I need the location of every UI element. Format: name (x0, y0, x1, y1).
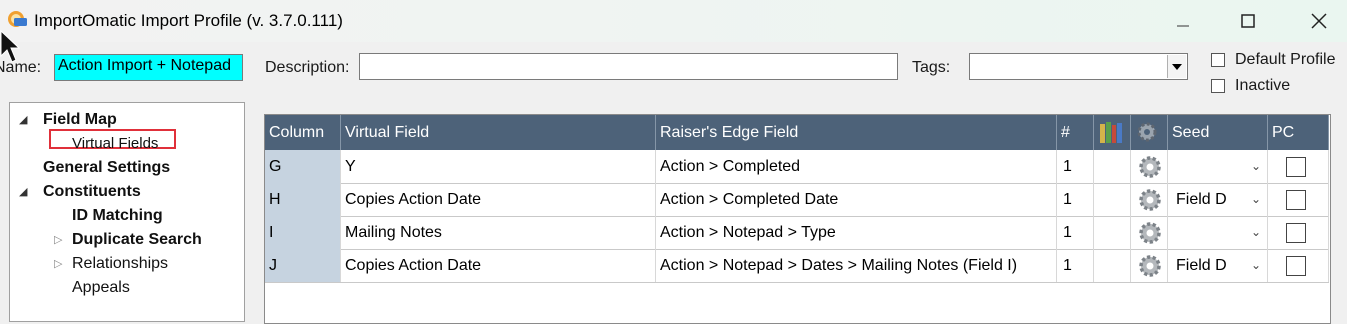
cell-count[interactable]: 1 (1057, 183, 1094, 216)
grid-header: Column Virtual Field Raiser's Edge Field… (265, 115, 1329, 150)
tags-label: Tags: (912, 59, 951, 76)
gear-icon (1139, 156, 1161, 178)
cell-gear[interactable] (1131, 249, 1168, 282)
tree-item-duplicate-search[interactable]: Duplicate Search (72, 231, 202, 249)
cell-virtual-field[interactable]: Mailing Notes (341, 216, 656, 249)
chevron-down-icon: ⌄ (1250, 225, 1261, 239)
default-profile-checkbox[interactable] (1211, 53, 1225, 67)
default-profile-label: Default Profile (1235, 51, 1336, 68)
title-bar: ImportOmatic Import Profile (v. 3.7.0.11… (0, 0, 1347, 42)
gear-icon (1139, 222, 1161, 244)
tree-item-field-map[interactable]: Field Map (43, 111, 117, 129)
cell-books (1094, 249, 1131, 282)
field-map-grid: Column Virtual Field Raiser's Edge Field… (264, 114, 1331, 324)
cell-count[interactable]: 1 (1057, 249, 1094, 282)
expanded-arrow-icon[interactable]: ◢ (19, 185, 27, 198)
tags-dropdown-button[interactable] (1167, 55, 1186, 78)
cell-column[interactable]: I (265, 216, 341, 249)
cell-count[interactable]: 1 (1057, 216, 1094, 249)
name-field[interactable]: Action Import + Notepad (54, 54, 243, 81)
cell-re-field[interactable]: Action > Notepad > Type (656, 216, 1057, 249)
tree-item-appeals[interactable]: Appeals (72, 279, 130, 297)
description-field[interactable] (359, 53, 898, 80)
cell-column[interactable]: H (265, 183, 341, 216)
books-icon (1100, 122, 1122, 143)
gear-icon (1137, 122, 1157, 142)
collapsed-arrow-icon[interactable]: ▷ (54, 233, 62, 246)
cell-column[interactable]: J (265, 249, 341, 282)
header-gear[interactable] (1131, 115, 1168, 150)
table-row[interactable]: I Mailing Notes Action > Notepad > Type … (265, 216, 1329, 250)
pc-checkbox[interactable] (1286, 190, 1306, 210)
seed-dropdown[interactable]: ⌄ (1168, 150, 1268, 183)
table-row[interactable]: G Y Action > Completed 1 ⌄ (265, 150, 1329, 184)
cell-pc (1268, 150, 1329, 183)
seed-value: Field D (1176, 257, 1227, 274)
tags-combobox[interactable] (969, 53, 1188, 80)
header-books[interactable] (1094, 115, 1131, 150)
header-virtual-field[interactable]: Virtual Field (341, 115, 656, 150)
tree-item-relationships[interactable]: Relationships (72, 255, 168, 273)
close-button[interactable] (1296, 0, 1342, 42)
cell-books (1094, 216, 1131, 249)
cell-virtual-field[interactable]: Copies Action Date (341, 249, 656, 282)
cell-gear[interactable] (1131, 150, 1168, 183)
cell-re-field[interactable]: Action > Notepad > Dates > Mailing Notes… (656, 249, 1057, 282)
chevron-down-icon: ⌄ (1250, 159, 1261, 173)
cell-pc (1268, 216, 1329, 249)
inactive-label: Inactive (1235, 77, 1291, 94)
header-seed[interactable]: Seed (1168, 115, 1268, 150)
cell-count[interactable]: 1 (1057, 150, 1094, 183)
navigation-tree: ◢ Field Map Virtual Fields General Setti… (9, 102, 245, 322)
cell-column[interactable]: G (265, 150, 341, 183)
table-row[interactable]: J Copies Action Date Action > Notepad > … (265, 249, 1329, 283)
close-icon (1311, 13, 1327, 29)
maximize-icon (1241, 14, 1255, 28)
chevron-down-icon: ⌄ (1250, 258, 1261, 272)
name-label: Name: (0, 59, 42, 76)
tree-item-virtual-fields[interactable]: Virtual Fields (72, 135, 158, 152)
cell-gear[interactable] (1131, 183, 1168, 216)
tree-item-constituents[interactable]: Constituents (43, 183, 141, 201)
maximize-button[interactable] (1225, 0, 1271, 42)
cell-gear[interactable] (1131, 216, 1168, 249)
header-pc[interactable]: PC (1268, 115, 1329, 150)
cell-re-field[interactable]: Action > Completed (656, 150, 1057, 183)
minimize-icon (1177, 25, 1189, 27)
inactive-checkbox[interactable] (1211, 79, 1225, 93)
header-re-field[interactable]: Raiser's Edge Field (656, 115, 1057, 150)
collapsed-arrow-icon[interactable]: ▷ (54, 257, 62, 270)
chevron-down-icon: ⌄ (1250, 192, 1261, 206)
cell-books (1094, 183, 1131, 216)
seed-dropdown[interactable]: Field D ⌄ (1168, 249, 1268, 282)
header-column[interactable]: Column (265, 115, 341, 150)
table-row[interactable]: H Copies Action Date Action > Completed … (265, 183, 1329, 217)
cell-pc (1268, 183, 1329, 216)
gear-icon (1139, 255, 1161, 277)
cell-re-field[interactable]: Action > Completed Date (656, 183, 1057, 216)
seed-dropdown[interactable]: Field D ⌄ (1168, 183, 1268, 216)
minimize-button[interactable] (1160, 0, 1206, 42)
tree-item-id-matching[interactable]: ID Matching (72, 207, 163, 225)
cell-virtual-field[interactable]: Copies Action Date (341, 183, 656, 216)
cell-virtual-field[interactable]: Y (341, 150, 656, 183)
dropdown-arrow-icon (1172, 63, 1182, 70)
window-title: ImportOmatic Import Profile (v. 3.7.0.11… (34, 11, 343, 30)
tree-item-general-settings[interactable]: General Settings (43, 159, 170, 177)
seed-value: Field D (1176, 191, 1227, 208)
pc-checkbox[interactable] (1286, 157, 1306, 177)
gear-icon (1139, 189, 1161, 211)
cell-pc (1268, 249, 1329, 282)
pc-checkbox[interactable] (1286, 256, 1306, 276)
header-count[interactable]: # (1057, 115, 1094, 150)
expanded-arrow-icon[interactable]: ◢ (19, 113, 27, 126)
pc-checkbox[interactable] (1286, 223, 1306, 243)
app-icon (8, 11, 27, 27)
cell-books (1094, 150, 1131, 183)
description-label: Description: (265, 59, 350, 76)
seed-dropdown[interactable]: ⌄ (1168, 216, 1268, 249)
